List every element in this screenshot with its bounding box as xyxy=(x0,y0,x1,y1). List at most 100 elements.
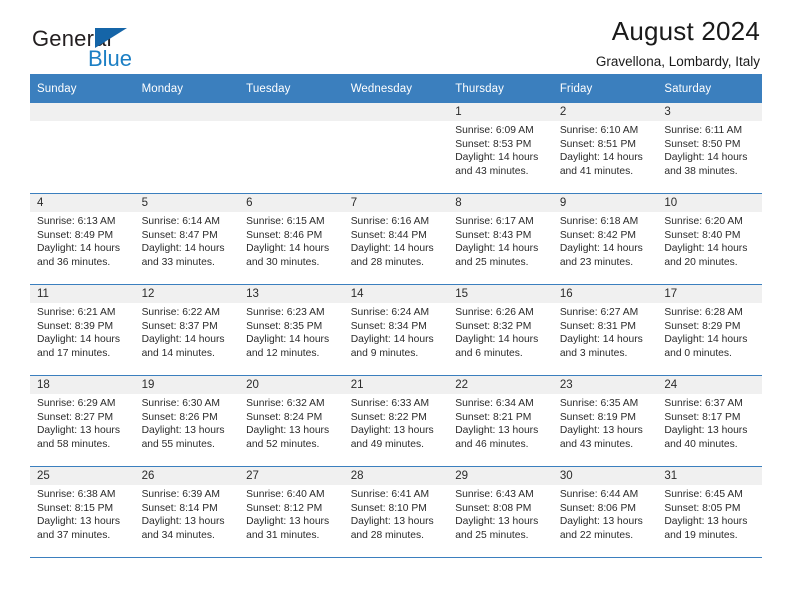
calendar-week-row: 1 Sunrise: 6:09 AM Sunset: 8:53 PM Daylight… xyxy=(30,103,762,194)
daylight-text: Daylight: 14 hours and 9 minutes. xyxy=(350,334,434,359)
calendar-day-cell[interactable]: 23 Sunrise: 6:35 AM Sunset: 8:19 PM Dayligh… xyxy=(552,375,658,467)
day-number: 24 xyxy=(657,376,762,394)
calendar-day-cell[interactable]: 21 Sunrise: 6:33 AM Sunset: 8:22 PM Dayligh… xyxy=(343,375,449,467)
day-17: 17 Sunrise: 6:28 AM Sunset: 8:29 PM Dayligh… xyxy=(657,285,762,375)
sunset-text: Sunset: 8:21 PM xyxy=(455,411,532,423)
calendar-day-cell[interactable] xyxy=(239,103,344,194)
calendar-day-cell[interactable]: 13 Sunrise: 6:23 AM Sunset: 8:35 PM Dayligh… xyxy=(239,284,344,376)
daylight-text: Daylight: 14 hours and 30 minutes. xyxy=(246,243,330,268)
day-number: 12 xyxy=(134,285,240,303)
day-number: 8 xyxy=(448,194,553,212)
calendar-day-cell[interactable]: 11 Sunrise: 6:21 AM Sunset: 8:39 PM Dayligh… xyxy=(30,284,135,376)
daylight-text: Daylight: 13 hours and 28 minutes. xyxy=(350,516,434,541)
sun-info: Sunrise: 6:13 AM Sunset: 8:49 PM Daylight:… xyxy=(30,212,135,269)
day-number: 26 xyxy=(134,467,240,485)
weekday-header-wednesday: Wednesday xyxy=(343,74,449,103)
daylight-text: Daylight: 13 hours and 58 minutes. xyxy=(37,425,120,450)
weekday-header-thursday: Thursday xyxy=(448,74,553,103)
calendar-day-cell[interactable]: 16 Sunrise: 6:27 AM Sunset: 8:31 PM Dayligh… xyxy=(552,284,658,376)
sunset-text: Sunset: 8:40 PM xyxy=(664,229,741,241)
daylight-text: Daylight: 14 hours and 33 minutes. xyxy=(141,243,225,268)
calendar-day-cell[interactable] xyxy=(134,103,240,194)
day-number: 9 xyxy=(552,194,658,212)
calendar-day-cell[interactable]: 4 Sunrise: 6:13 AM Sunset: 8:49 PM Daylight… xyxy=(30,193,135,285)
calendar-day-cell[interactable]: 18 Sunrise: 6:29 AM Sunset: 8:27 PM Dayligh… xyxy=(30,375,135,467)
calendar-header-row: Sunday Monday Tuesday Wednesday Thursday… xyxy=(30,74,762,103)
day-number: 5 xyxy=(134,194,240,212)
sun-info: Sunrise: 6:21 AM Sunset: 8:39 PM Daylight:… xyxy=(30,303,135,360)
sun-info: Sunrise: 6:14 AM Sunset: 8:47 PM Daylight:… xyxy=(135,212,240,269)
calendar-day-cell[interactable]: 3 Sunrise: 6:11 AM Sunset: 8:50 PM Daylight… xyxy=(657,103,762,194)
day-number: 2 xyxy=(552,103,658,121)
sunset-text: Sunset: 8:10 PM xyxy=(350,502,427,514)
calendar-day-cell[interactable]: 15 Sunrise: 6:26 AM Sunset: 8:32 PM Dayligh… xyxy=(448,284,553,376)
calendar-body: 1 Sunrise: 6:09 AM Sunset: 8:53 PM Daylight… xyxy=(30,103,762,558)
daylight-text: Daylight: 14 hours and 41 minutes. xyxy=(559,152,643,177)
calendar-week-row: 4 Sunrise: 6:13 AM Sunset: 8:49 PM Daylight… xyxy=(30,193,762,285)
sunset-text: Sunset: 8:08 PM xyxy=(455,502,532,514)
calendar-day-cell[interactable]: 26 Sunrise: 6:39 AM Sunset: 8:14 PM Dayligh… xyxy=(134,466,240,558)
brand-logo[interactable]: General Blue xyxy=(30,26,240,74)
daylight-text: Daylight: 14 hours and 36 minutes. xyxy=(37,243,120,268)
calendar-day-cell[interactable]: 25 Sunrise: 6:38 AM Sunset: 8:15 PM Dayligh… xyxy=(30,466,135,558)
calendar-day-cell[interactable]: 22 Sunrise: 6:34 AM Sunset: 8:21 PM Dayligh… xyxy=(448,375,553,467)
daylight-text: Daylight: 13 hours and 22 minutes. xyxy=(559,516,643,541)
daylight-text: Daylight: 13 hours and 19 minutes. xyxy=(664,516,748,541)
calendar-day-cell[interactable]: 2 Sunrise: 6:10 AM Sunset: 8:51 PM Daylight… xyxy=(552,103,658,194)
sun-info: Sunrise: 6:35 AM Sunset: 8:19 PM Daylight:… xyxy=(553,394,658,451)
calendar-day-cell[interactable]: 14 Sunrise: 6:24 AM Sunset: 8:34 PM Dayligh… xyxy=(343,284,449,376)
day-number xyxy=(239,103,344,121)
day-number: 3 xyxy=(657,103,762,121)
calendar-day-cell[interactable]: 7 Sunrise: 6:16 AM Sunset: 8:44 PM Daylight… xyxy=(343,193,449,285)
day-14: 14 Sunrise: 6:24 AM Sunset: 8:34 PM Dayligh… xyxy=(343,285,449,375)
calendar-day-cell[interactable]: 8 Sunrise: 6:17 AM Sunset: 8:43 PM Daylight… xyxy=(448,193,553,285)
sun-info: Sunrise: 6:15 AM Sunset: 8:46 PM Daylight:… xyxy=(239,212,344,269)
calendar-day-cell[interactable]: 10 Sunrise: 6:20 AM Sunset: 8:40 PM Dayligh… xyxy=(657,193,762,285)
day-number: 31 xyxy=(657,467,762,485)
day-3: 3 Sunrise: 6:11 AM Sunset: 8:50 PM Daylight… xyxy=(657,103,762,193)
calendar-day-cell[interactable]: 1 Sunrise: 6:09 AM Sunset: 8:53 PM Daylight… xyxy=(448,103,553,194)
calendar-day-cell[interactable]: 12 Sunrise: 6:22 AM Sunset: 8:37 PM Dayligh… xyxy=(134,284,240,376)
calendar-week-row: 25 Sunrise: 6:38 AM Sunset: 8:15 PM Dayligh… xyxy=(30,466,762,558)
day-number: 22 xyxy=(448,376,553,394)
day-13: 13 Sunrise: 6:23 AM Sunset: 8:35 PM Dayligh… xyxy=(239,285,344,375)
calendar-day-cell[interactable]: 29 Sunrise: 6:43 AM Sunset: 8:08 PM Dayligh… xyxy=(448,466,553,558)
sunrise-text: Sunrise: 6:14 AM xyxy=(141,216,220,227)
calendar-day-cell[interactable]: 5 Sunrise: 6:14 AM Sunset: 8:47 PM Daylight… xyxy=(134,193,240,285)
calendar-day-cell[interactable]: 6 Sunrise: 6:15 AM Sunset: 8:46 PM Daylight… xyxy=(239,193,344,285)
sun-info: Sunrise: 6:39 AM Sunset: 8:14 PM Daylight:… xyxy=(135,485,240,542)
day-8: 8 Sunrise: 6:17 AM Sunset: 8:43 PM Daylight… xyxy=(448,194,553,284)
sunset-text: Sunset: 8:27 PM xyxy=(37,411,114,423)
day-24: 24 Sunrise: 6:37 AM Sunset: 8:17 PM Dayligh… xyxy=(657,376,762,466)
sunset-text: Sunset: 8:19 PM xyxy=(559,411,636,423)
calendar-day-cell[interactable]: 9 Sunrise: 6:18 AM Sunset: 8:42 PM Daylight… xyxy=(552,193,658,285)
day-number: 27 xyxy=(239,467,344,485)
daylight-text: Daylight: 13 hours and 43 minutes. xyxy=(559,425,643,450)
daylight-text: Daylight: 14 hours and 28 minutes. xyxy=(350,243,434,268)
sun-info: Sunrise: 6:22 AM Sunset: 8:37 PM Daylight:… xyxy=(135,303,240,360)
calendar-day-cell[interactable]: 20 Sunrise: 6:32 AM Sunset: 8:24 PM Dayligh… xyxy=(239,375,344,467)
daylight-text: Daylight: 13 hours and 52 minutes. xyxy=(246,425,330,450)
sun-info: Sunrise: 6:41 AM Sunset: 8:10 PM Daylight:… xyxy=(344,485,449,542)
calendar-day-cell[interactable]: 28 Sunrise: 6:41 AM Sunset: 8:10 PM Dayligh… xyxy=(343,466,449,558)
sunrise-text: Sunrise: 6:11 AM xyxy=(664,125,743,136)
day-7: 7 Sunrise: 6:16 AM Sunset: 8:44 PM Daylight… xyxy=(343,194,449,284)
calendar-day-cell[interactable]: 27 Sunrise: 6:40 AM Sunset: 8:12 PM Dayligh… xyxy=(239,466,344,558)
day-15: 15 Sunrise: 6:26 AM Sunset: 8:32 PM Dayligh… xyxy=(448,285,553,375)
calendar-day-cell[interactable] xyxy=(343,103,449,194)
sun-info: Sunrise: 6:17 AM Sunset: 8:43 PM Daylight:… xyxy=(448,212,553,269)
sunrise-text: Sunrise: 6:23 AM xyxy=(246,307,325,318)
calendar-day-cell[interactable]: 31 Sunrise: 6:45 AM Sunset: 8:05 PM Dayligh… xyxy=(657,466,762,558)
calendar-day-cell[interactable]: 24 Sunrise: 6:37 AM Sunset: 8:17 PM Dayligh… xyxy=(657,375,762,467)
calendar-day-cell[interactable]: 19 Sunrise: 6:30 AM Sunset: 8:26 PM Dayligh… xyxy=(134,375,240,467)
calendar-day-cell[interactable]: 17 Sunrise: 6:28 AM Sunset: 8:29 PM Dayligh… xyxy=(657,284,762,376)
sunrise-text: Sunrise: 6:40 AM xyxy=(246,489,325,500)
day-5: 5 Sunrise: 6:14 AM Sunset: 8:47 PM Daylight… xyxy=(134,194,240,284)
day-9: 9 Sunrise: 6:18 AM Sunset: 8:42 PM Daylight… xyxy=(552,194,658,284)
sunrise-text: Sunrise: 6:33 AM xyxy=(350,398,430,409)
sunrise-text: Sunrise: 6:15 AM xyxy=(246,216,325,227)
calendar-day-cell[interactable] xyxy=(30,103,135,194)
daylight-text: Daylight: 13 hours and 31 minutes. xyxy=(246,516,330,541)
calendar-day-cell[interactable]: 30 Sunrise: 6:44 AM Sunset: 8:06 PM Dayligh… xyxy=(552,466,658,558)
day-number: 20 xyxy=(239,376,344,394)
